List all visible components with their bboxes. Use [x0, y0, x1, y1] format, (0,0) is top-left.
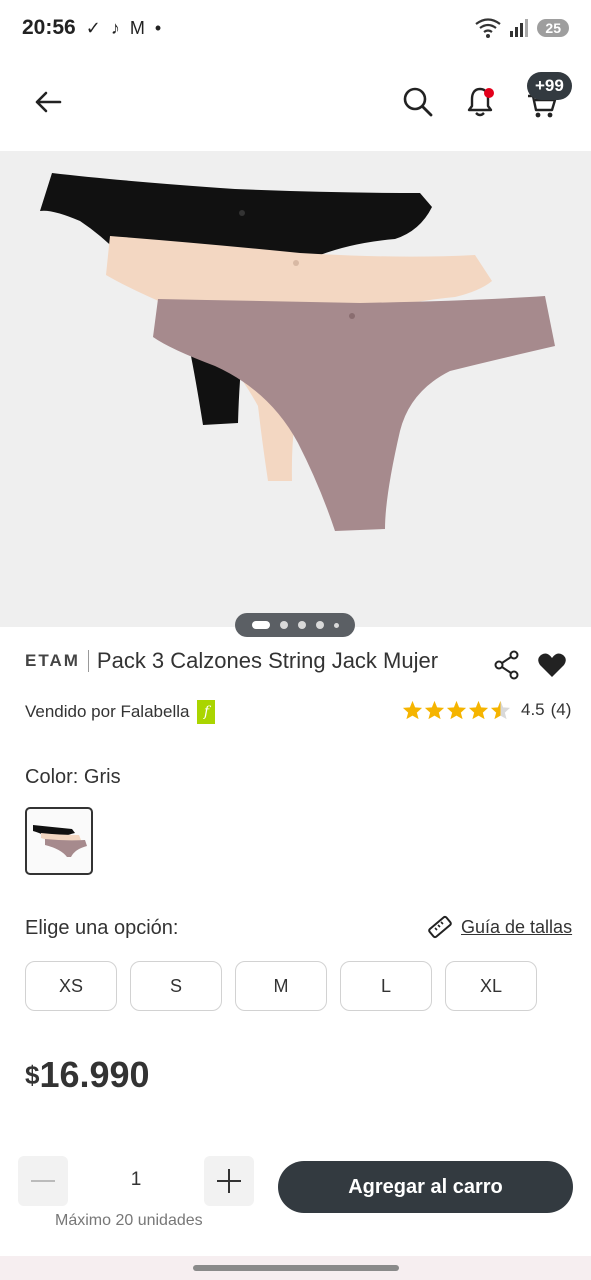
add-to-cart-button[interactable]: Agregar al carro — [278, 1161, 573, 1213]
rating-stars — [402, 700, 511, 720]
quantity-increase-button[interactable] — [204, 1156, 254, 1206]
rating-value: 4.5 — [521, 700, 545, 719]
cart-count-badge: +99 — [527, 72, 572, 100]
gmail-icon: M — [129, 17, 145, 38]
carousel-dot-2[interactable] — [279, 621, 288, 629]
carousel-dot-3[interactable] — [297, 621, 306, 629]
star-icon — [424, 700, 445, 720]
product-image[interactable] — [0, 151, 591, 627]
notification-dot — [484, 88, 494, 98]
rating-row[interactable]: 4.5 (4) — [402, 700, 571, 720]
option-label: Elige una opción: — [25, 917, 179, 939]
carousel-dot-1[interactable] — [251, 621, 270, 629]
star-icon — [402, 700, 423, 720]
size-option-l[interactable]: L — [340, 961, 432, 1011]
size-guide-label: Guía de tallas — [461, 916, 573, 937]
product-photo-thongs — [40, 173, 555, 531]
title-divider — [87, 650, 89, 672]
color-swatch-gris[interactable] — [25, 807, 93, 875]
half-star-icon — [490, 700, 511, 720]
gesture-nav-handle[interactable] — [193, 1265, 399, 1271]
status-time: 20:56 — [22, 16, 76, 39]
app-header: +99 — [0, 56, 591, 151]
price: $ 16.990 — [25, 1054, 150, 1096]
max-units-note: Máximo 20 unidades — [55, 1212, 203, 1229]
status-right: 25 — [475, 18, 569, 38]
battery-indicator: 25 — [537, 19, 569, 37]
size-option-m[interactable]: M — [235, 961, 327, 1011]
ruler-icon — [428, 915, 452, 939]
more-notifications-icon: • — [154, 17, 162, 38]
color-label: Color: Gris — [25, 766, 121, 788]
favorite-button[interactable] — [535, 647, 569, 683]
search-button[interactable] — [396, 80, 440, 124]
notifications-button[interactable] — [458, 80, 502, 124]
quantity-decrease-button[interactable] — [18, 1156, 68, 1206]
signal-icon — [510, 19, 529, 37]
wifi-icon — [475, 18, 502, 38]
size-option-xl[interactable]: XL — [445, 961, 537, 1011]
carousel-dot-4[interactable] — [315, 621, 324, 629]
back-button[interactable] — [26, 80, 70, 124]
status-left: 20:56 ✓ ♪ M • — [22, 16, 161, 40]
plus-icon — [217, 1169, 241, 1193]
checkmark-download-icon: ✓ — [85, 17, 101, 38]
star-icon — [446, 700, 467, 720]
carousel-dots[interactable] — [235, 613, 355, 637]
star-icon — [468, 700, 489, 720]
size-guide-link[interactable]: Guía de tallas — [427, 914, 572, 940]
product-brand[interactable]: ETAM — [25, 651, 80, 671]
size-option-s[interactable]: S — [130, 961, 222, 1011]
size-options: XS S M L XL — [25, 961, 537, 1011]
price-value: 16.990 — [39, 1054, 150, 1095]
price-currency: $ — [25, 1060, 40, 1090]
product-name: Pack 3 Calzones String Jack Mujer — [96, 648, 439, 673]
share-button[interactable] — [490, 647, 524, 683]
seller-row: Vendido por Falabella f — [25, 700, 216, 724]
falabella-badge: f — [197, 700, 216, 724]
swatch-thumbnail — [33, 825, 87, 857]
search-icon — [403, 87, 433, 117]
product-title-row: ETAM Pack 3 Calzones String Jack Mujer — [25, 648, 465, 674]
rating-count: (4) — [550, 700, 572, 719]
minus-icon — [31, 1180, 55, 1182]
seller-text: Vendido por Falabella — [25, 702, 190, 721]
share-icon — [494, 650, 519, 680]
quantity-value: 1 — [130, 1169, 142, 1190]
heart-icon — [538, 653, 566, 677]
status-bar: 20:56 ✓ ♪ M • 25 — [0, 0, 591, 56]
carousel-dot-5[interactable] — [333, 622, 339, 628]
tiktok-icon: ♪ — [110, 17, 120, 38]
arrow-left-icon — [35, 91, 62, 113]
size-option-xs[interactable]: XS — [25, 961, 117, 1011]
